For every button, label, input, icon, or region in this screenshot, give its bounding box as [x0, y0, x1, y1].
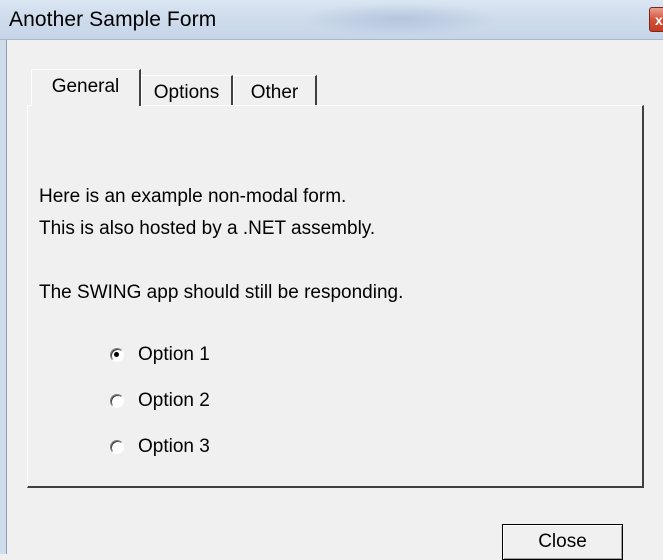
radio-option-label: Option 2: [138, 390, 210, 411]
radio-button-checked-icon[interactable]: [110, 348, 124, 362]
panel-text-line-3: The SWING app should still be responding…: [39, 282, 404, 303]
close-button[interactable]: Close: [502, 524, 623, 560]
window-close-icon[interactable]: x: [649, 7, 663, 32]
radio-option-label: Option 3: [138, 436, 210, 457]
tab-other[interactable]: Other: [233, 75, 317, 109]
radio-option-label: Option 1: [138, 344, 210, 365]
tab-options[interactable]: Options: [141, 75, 233, 109]
window-frame-left: [0, 40, 7, 554]
radio-button-unchecked-icon[interactable]: [110, 440, 124, 454]
tab-general[interactable]: General: [31, 69, 141, 106]
panel-text-line-2: This is also hosted by a .NET assembly.: [39, 218, 376, 239]
title-bar: Another Sample Form x: [0, 0, 663, 40]
radio-option-1[interactable]: Option 1: [110, 342, 210, 368]
panel-text-line-1: Here is an example non-modal form.: [39, 186, 347, 207]
radio-option-2[interactable]: Option 2: [110, 388, 210, 414]
window-title: Another Sample Form: [9, 8, 217, 31]
radio-button-unchecked-icon[interactable]: [110, 394, 124, 408]
title-bar-glow: [300, 2, 500, 36]
form-client-area: General Options Other Here is an example…: [7, 40, 663, 560]
radio-option-3[interactable]: Option 3: [110, 434, 210, 460]
tab-page-general: Here is an example non-modal form. This …: [27, 105, 644, 488]
